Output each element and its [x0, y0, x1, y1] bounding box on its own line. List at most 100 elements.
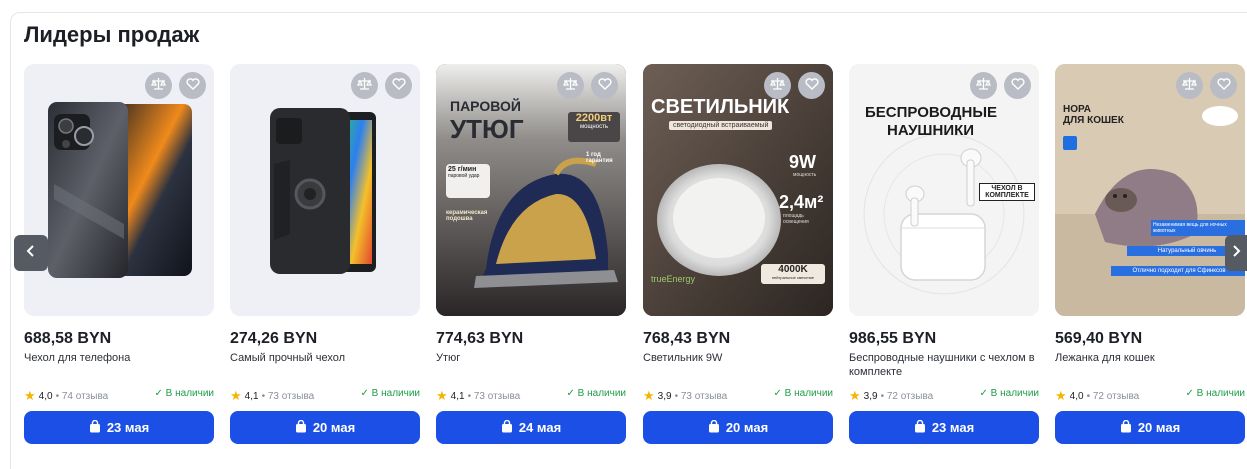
carousel-prev-button[interactable]: [14, 235, 48, 271]
product-price: 688,58 BYN: [24, 330, 112, 347]
delivery-button[interactable]: 20 мая: [1055, 411, 1245, 444]
star-icon: ★: [436, 388, 448, 403]
power-value: 9W: [789, 152, 816, 172]
star-icon: ★: [849, 388, 861, 403]
product-card[interactable]: НОРА ДЛЯ КОШЕК Незаменимая вещь для ночн…: [1055, 64, 1245, 444]
product-card[interactable]: БЕСПРОВОДНЫЕ НАУШНИКИ ЧЕХОЛ В КОМПЛЕКТЕ …: [849, 64, 1039, 444]
bag-icon: [708, 419, 720, 436]
sole-badge: керамическая подошва: [446, 210, 488, 222]
stock-status: ✓ В наличии: [154, 388, 215, 399]
delivery-button[interactable]: 20 мая: [643, 411, 833, 444]
scale-icon: [356, 77, 373, 95]
brand-logo: trueEnergy: [651, 274, 696, 284]
favorite-button[interactable]: [1210, 72, 1237, 99]
warranty-badge: 1 год гарантия: [586, 152, 613, 164]
compare-button[interactable]: [145, 72, 172, 99]
delivery-button[interactable]: 24 мая: [436, 411, 626, 444]
bag-icon: [501, 419, 513, 436]
carousel-next-button[interactable]: [1225, 235, 1247, 271]
product-price: 774,63 BYN: [436, 330, 524, 347]
stock-status: ✓ В наличии: [566, 388, 627, 399]
product-rating: ★ 3,9 • 72 отзыва: [849, 388, 934, 403]
stock-status: ✓ В наличии: [1185, 388, 1246, 399]
star-icon: ★: [1055, 388, 1067, 403]
heart-icon: [1010, 77, 1025, 95]
delivery-button[interactable]: 20 мая: [230, 411, 420, 444]
product-rating: ★ 4,0 • 72 отзыва: [1055, 388, 1140, 403]
image-title: БЕСПРОВОДНЫЕ: [865, 104, 998, 121]
heart-icon: [597, 77, 612, 95]
product-price: 569,40 BYN: [1055, 330, 1143, 347]
favorite-button[interactable]: [591, 72, 618, 99]
rugged-case-image: [270, 108, 376, 274]
favorite-button[interactable]: [798, 72, 825, 99]
delivery-button[interactable]: 23 мая: [24, 411, 214, 444]
product-card[interactable]: 274,26 BYN Самый прочный чехол ★ 4,1 • 73 …: [230, 64, 420, 444]
product-image[interactable]: [24, 64, 214, 316]
favorite-button[interactable]: [1004, 72, 1031, 99]
image-title: ПАРОВОЙ: [450, 98, 521, 114]
section-title: Лидеры продаж: [24, 22, 200, 47]
image-title: НАУШНИКИ: [887, 122, 975, 139]
image-title: ДЛЯ КОШЕК: [1063, 115, 1124, 126]
image-title: НОРА: [1063, 104, 1092, 115]
bag-icon: [295, 419, 307, 436]
heart-icon: [185, 77, 200, 95]
cat-bed-image: [1055, 64, 1245, 316]
delivery-button[interactable]: 23 мая: [849, 411, 1039, 444]
stock-status: ✓ В наличии: [979, 388, 1040, 399]
area-label: площадь освещения: [783, 213, 809, 225]
bag-icon: [1120, 419, 1132, 436]
product-price: 768,43 BYN: [643, 330, 731, 347]
case-note-badge: ЧЕХОЛ В КОМПЛЕКТЕ: [979, 183, 1035, 201]
power-badge: 2200вт мощность: [568, 112, 620, 142]
product-name[interactable]: Чехол для телефона: [24, 351, 210, 365]
product-name[interactable]: Самый прочный чехол: [230, 351, 416, 365]
compare-button[interactable]: [557, 72, 584, 99]
star-icon: ★: [24, 388, 36, 403]
scale-icon: [562, 77, 579, 95]
star-icon: ★: [643, 388, 655, 403]
heart-icon: [391, 77, 406, 95]
star-icon: ★: [230, 388, 242, 403]
product-card[interactable]: ПАРОВОЙ УТЮГ 2200вт мощность 1 год гаран…: [436, 64, 626, 444]
product-rating: ★ 4,1 • 73 отзыва: [436, 388, 521, 403]
product-card[interactable]: 688,58 BYN Чехол для телефона ★ 4,0 • 74 о…: [24, 64, 214, 444]
product-image[interactable]: НОРА ДЛЯ КОШЕК Незаменимая вещь для ночн…: [1055, 64, 1245, 316]
product-name[interactable]: Беспроводные наушники с чехлом в комплек…: [849, 351, 1035, 379]
product-price: 274,26 BYN: [230, 330, 318, 347]
compare-button[interactable]: [970, 72, 997, 99]
steam-badge: 25 г/мин паровой удар: [446, 164, 490, 198]
favorite-button[interactable]: [385, 72, 412, 99]
bag-icon: [89, 419, 101, 436]
power-label: мощность: [793, 172, 817, 178]
compare-button[interactable]: [764, 72, 791, 99]
chevron-left-icon: [26, 244, 36, 262]
product-name[interactable]: Утюг: [436, 351, 622, 365]
chevron-right-icon: [1231, 244, 1241, 262]
scale-icon: [769, 77, 786, 95]
product-name[interactable]: Лежанка для кошек: [1055, 351, 1241, 365]
image-subtitle: светодиодный встраиваемый: [669, 121, 773, 130]
image-title: УТЮГ: [450, 114, 524, 144]
product-image[interactable]: [230, 64, 420, 316]
compare-button[interactable]: [351, 72, 378, 99]
product-rating: ★ 3,9 • 73 отзыва: [643, 388, 728, 403]
product-rating: ★ 4,1 • 73 отзыва: [230, 388, 315, 403]
scale-icon: [150, 77, 167, 95]
product-price: 986,55 BYN: [849, 330, 937, 347]
product-image[interactable]: СВЕТИЛЬНИК светодиодный встраиваемый 9W …: [643, 64, 833, 316]
feature-badge: Незаменимая вещь для ночных животных: [1151, 220, 1245, 236]
scale-icon: [975, 77, 992, 95]
stock-status: ✓ В наличии: [773, 388, 834, 399]
stock-status: ✓ В наличии: [360, 388, 421, 399]
product-image[interactable]: БЕСПРОВОДНЫЕ НАУШНИКИ ЧЕХОЛ В КОМПЛЕКТЕ: [849, 64, 1039, 316]
phone-case-image: [48, 102, 192, 278]
favorite-button[interactable]: [179, 72, 206, 99]
product-name[interactable]: Светильник 9W: [643, 351, 829, 365]
product-card[interactable]: СВЕТИЛЬНИК светодиодный встраиваемый 9W …: [643, 64, 833, 444]
heart-icon: [1216, 77, 1231, 95]
product-image[interactable]: ПАРОВОЙ УТЮГ 2200вт мощность 1 год гаран…: [436, 64, 626, 316]
compare-button[interactable]: [1176, 72, 1203, 99]
area-value: 2,4м²: [779, 192, 824, 212]
